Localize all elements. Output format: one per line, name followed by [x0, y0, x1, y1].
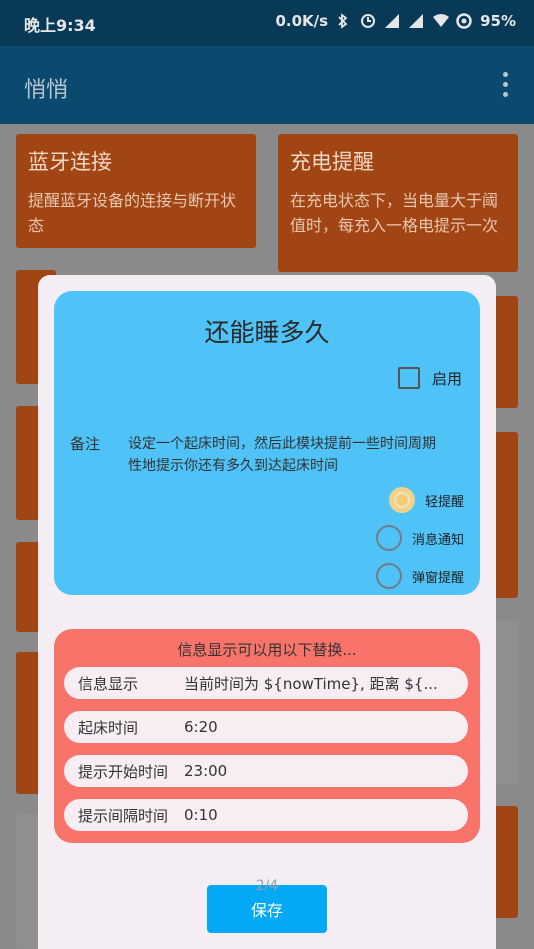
more-options-icon[interactable] [502, 72, 510, 98]
radio-notification[interactable]: 消息通知 [375, 525, 464, 551]
network-speed: 0.0K/s [275, 12, 329, 30]
status-icons: 0.0K/s 95% [275, 12, 516, 30]
page-indicator: 2/4 [255, 878, 279, 894]
wifi-icon [432, 13, 450, 29]
field-label: 起床时间 [78, 718, 139, 737]
status-time: 晚上9:34 [24, 16, 96, 35]
field-info-display[interactable]: 信息显示 当前时间为 ${nowTime}, 距离 ${... [64, 667, 468, 699]
enable-label: 启用 [431, 369, 462, 388]
radio-label: 轻提醒 [424, 494, 464, 510]
note-label: 备注 [70, 435, 101, 453]
field-start-time[interactable]: 提示开始时间 23:00 [64, 755, 468, 787]
note-text: 设定一个起床时间，然后此模块提前一些时间周期性地提示你还有多久到达起床时间 [128, 436, 436, 474]
field-value[interactable]: 6:20 [184, 718, 468, 736]
field-label: 提示开始时间 [78, 762, 169, 781]
field-value[interactable]: 23:00 [184, 762, 468, 780]
radio-popup[interactable]: 弹窗提醒 [375, 563, 464, 589]
dialog-title: 还能睡多久 [204, 318, 330, 347]
battery-percent: 95% [480, 12, 516, 30]
enable-toggle[interactable]: 启用 [397, 367, 462, 389]
save-label: 保存 [250, 901, 283, 920]
field-value[interactable]: 当前时间为 ${nowTime}, 距离 ${... [184, 673, 468, 694]
app-title: 悄悄 [24, 78, 69, 103]
tile-charging[interactable]: 充电提醒 在充电状态下，当电量大于阈值时，每充入一格电提示一次 [278, 134, 518, 272]
field-interval[interactable]: 提示间隔时间 0:10 [64, 799, 468, 831]
signal-icon [384, 13, 400, 29]
radio-button[interactable] [375, 525, 402, 551]
replace-hint: 信息显示可以用以下替换... [177, 641, 357, 659]
radio-label: 弹窗提醒 [411, 570, 464, 586]
tile-title: 蓝牙连接 [28, 150, 112, 174]
tile-desc: 提醒蓝牙设备的连接与断开状态 [28, 191, 237, 235]
field-label: 提示间隔时间 [78, 806, 169, 825]
alarm-icon [360, 13, 376, 29]
radio-label: 消息通知 [411, 532, 464, 548]
app-bar: 悄悄 [0, 46, 534, 124]
tile-title: 充电提醒 [290, 150, 374, 174]
radio-button[interactable] [375, 563, 402, 589]
tile-bluetooth[interactable]: 蓝牙连接 提醒蓝牙设备的连接与断开状态 [16, 134, 256, 248]
settings-card: 还能睡多久 启用 备注 设定一个起床时间，然后此模块提前一些时间周期性地提示你还… [54, 291, 480, 595]
radio-light-reminder[interactable]: 轻提醒 [388, 487, 464, 513]
module-dialog: 还能睡多久 启用 备注 设定一个起床时间，然后此模块提前一些时间周期性地提示你还… [38, 275, 496, 949]
enable-checkbox[interactable] [397, 367, 420, 389]
bluetooth-icon [336, 13, 352, 29]
status-bar: 晚上9:34 0.0K/s 95% [0, 0, 534, 46]
battery-icon [456, 13, 472, 29]
field-label: 信息显示 [78, 674, 139, 693]
field-wake-time[interactable]: 起床时间 6:20 [64, 711, 468, 743]
field-value[interactable]: 0:10 [184, 806, 468, 824]
radio-button-selected[interactable] [388, 487, 415, 513]
info-card: 信息显示可以用以下替换... 信息显示 当前时间为 ${nowTime}, 距离… [54, 629, 480, 843]
signal-icon-2 [408, 13, 424, 29]
tile-desc: 在充电状态下，当电量大于阈值时，每充入一格电提示一次 [290, 191, 499, 235]
